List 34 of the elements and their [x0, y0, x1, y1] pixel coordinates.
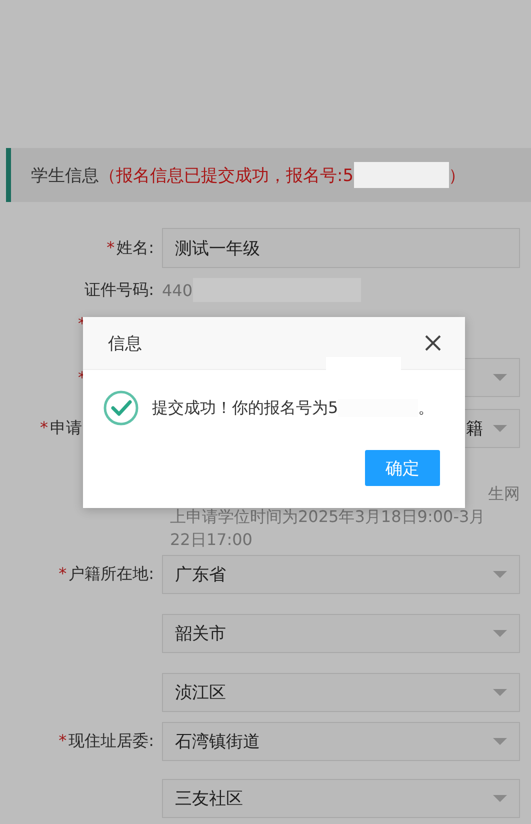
required-mark: * — [40, 418, 48, 439]
close-icon[interactable] — [425, 335, 441, 351]
required-mark: * — [106, 238, 115, 258]
dialog-message: 提交成功！你的报名号为5 — [152, 398, 338, 418]
name-input[interactable]: 测试一年级 — [162, 228, 520, 268]
caret-icon — [493, 424, 507, 432]
success-check-icon — [102, 389, 140, 427]
caret-icon — [493, 738, 507, 746]
hint-text: 生网 — [487, 483, 520, 505]
select-field[interactable]: 韶关市 — [162, 614, 520, 653]
select-field[interactable]: 浈江区 — [162, 673, 520, 712]
hint-text: 上申请学位时间为2025年3月18日9:00-3月 — [170, 506, 486, 528]
hint-text: 22日17:00 — [170, 529, 254, 551]
field-label: 姓名: — [116, 238, 154, 258]
message-period: 。 — [418, 398, 434, 418]
caret-icon — [493, 794, 507, 802]
select-field[interactable]: 广东省 — [162, 555, 520, 594]
dialog-title: 信息 — [108, 332, 142, 354]
field-label: 证件号码: — [84, 280, 154, 300]
submission-notice: （报名信息已提交成功，报名号:5 — [99, 164, 354, 186]
caret-icon — [493, 570, 507, 578]
caret-icon — [493, 374, 507, 382]
select-field[interactable]: 三友社区 — [162, 779, 520, 818]
caret-icon — [493, 688, 507, 696]
id-number-text: 440 — [162, 280, 193, 300]
field-label: 申请 — [50, 418, 82, 439]
caret-icon — [493, 630, 507, 638]
required-mark: * — [58, 564, 67, 585]
section-title: 学生信息 — [31, 164, 99, 186]
select-field[interactable]: 石湾镇街道 — [162, 722, 520, 761]
notice-bracket: ） — [448, 164, 466, 186]
field-label: 现住址居委: — [68, 731, 154, 752]
required-mark: * — [58, 731, 67, 752]
field-label: 户籍所在地: — [68, 564, 154, 585]
